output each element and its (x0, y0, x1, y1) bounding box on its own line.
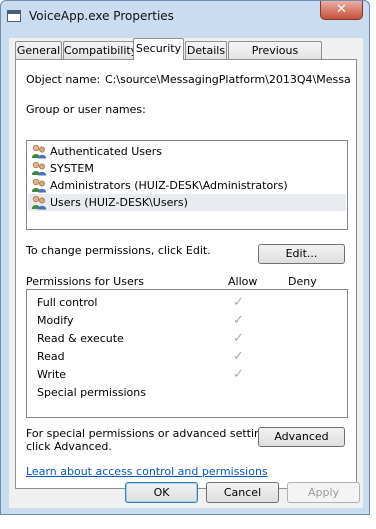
permission-row: Special permissions (27, 384, 347, 402)
close-button[interactable]: ✕ (320, 1, 363, 20)
object-name-value: C:\source\MessagingPlatform\2013Q4\Messa… (105, 73, 350, 86)
object-name-label: Object name: (26, 73, 101, 86)
dialog-panel: General Compatibility Security Details P… (9, 38, 363, 508)
user-name: Authenticated Users (50, 145, 163, 158)
apply-button[interactable]: Apply (287, 482, 360, 503)
permission-row: Write ✓ (27, 366, 347, 384)
title-bar[interactable]: VoiceApp.exe Properties ✕ (1, 1, 369, 31)
list-item-selected[interactable]: Users (HUIZ-DESK\Users) (28, 194, 346, 211)
permission-row: Full control ✓ (27, 294, 347, 312)
permission-name: Read & execute (37, 332, 124, 345)
advanced-info-text-line1: For special permissions or advanced sett… (26, 427, 278, 440)
tab-general[interactable]: General (15, 41, 62, 59)
advanced-info-text-line2: click Advanced. (26, 440, 112, 453)
permission-row: Read & execute ✓ (27, 330, 347, 348)
tab-compatibility[interactable]: Compatibility (63, 41, 137, 59)
tab-previous-versions[interactable]: Previous Versions (228, 41, 322, 74)
group-names-label: Group or user names: (26, 103, 146, 116)
cancel-button[interactable]: Cancel (206, 482, 279, 503)
permission-name: Special permissions (37, 386, 146, 399)
users-icon (31, 178, 47, 193)
edit-button[interactable]: Edit... (258, 244, 345, 264)
security-tab-page: Object name: C:\source\MessagingPlatform… (15, 59, 357, 489)
allow-check-icon: ✓ (233, 295, 244, 310)
users-icon (31, 195, 47, 210)
permissions-list[interactable]: Full control ✓ Modify ✓ Read & execute ✓… (26, 289, 348, 418)
user-name: SYSTEM (50, 162, 94, 175)
permission-name: Modify (37, 314, 74, 327)
advanced-button[interactable]: Advanced (258, 427, 345, 447)
allow-header: Allow (228, 275, 258, 288)
learn-more-link[interactable]: Learn about access control and permissio… (26, 465, 268, 478)
allow-check-icon: ✓ (233, 313, 244, 328)
permission-row: Modify ✓ (27, 312, 347, 330)
permission-name: Read (37, 350, 65, 363)
window-title: VoiceApp.exe Properties (29, 9, 174, 23)
users-icon (31, 144, 47, 159)
tab-details[interactable]: Details (185, 41, 227, 59)
allow-check-icon: ✓ (233, 331, 244, 346)
deny-header: Deny (288, 275, 317, 288)
permission-row: Read ✓ (27, 348, 347, 366)
allow-check-icon: ✓ (233, 367, 244, 382)
tab-security[interactable]: Security (133, 38, 184, 60)
permission-name: Write (37, 368, 67, 381)
users-icon (31, 161, 47, 176)
permissions-label: Permissions for Users (26, 275, 144, 288)
list-item[interactable]: Administrators (HUIZ-DESK\Administrators… (28, 177, 346, 194)
app-window-icon (7, 10, 21, 22)
user-name: Administrators (HUIZ-DESK\Administrators… (50, 179, 288, 192)
allow-check-icon: ✓ (233, 349, 244, 364)
list-item[interactable]: Authenticated Users (28, 143, 346, 160)
properties-window: VoiceApp.exe Properties ✕ General Compat… (0, 0, 370, 515)
permission-name: Full control (37, 296, 98, 309)
user-name: Users (HUIZ-DESK\Users) (50, 196, 188, 209)
list-item[interactable]: SYSTEM (28, 160, 346, 177)
change-permissions-text: To change permissions, click Edit. (26, 244, 211, 257)
ok-button[interactable]: OK (125, 482, 198, 503)
group-user-list[interactable]: Authenticated Users SYSTEM Administrator… (26, 140, 348, 230)
